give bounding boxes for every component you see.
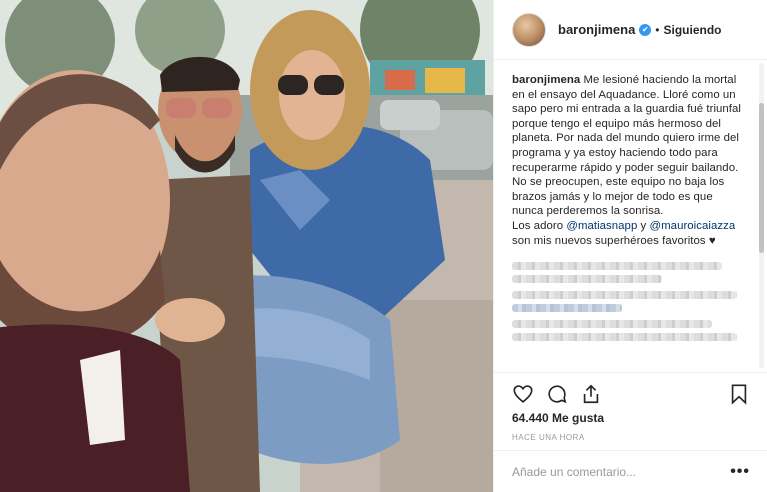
bookmark-icon[interactable] xyxy=(728,383,750,405)
likes-count[interactable]: 64.440 Me gusta xyxy=(512,411,750,425)
post-photo[interactable] xyxy=(0,0,493,492)
more-options-icon[interactable]: ••• xyxy=(730,463,750,480)
mention-link-2[interactable]: @mauroicaiazza xyxy=(650,220,736,232)
header-separator: • xyxy=(655,22,660,37)
caption-text-2: No se preocupen, este equipo no baja los… xyxy=(512,176,725,218)
comments-area[interactable]: baronjimena Me lesioné haciendo la morta… xyxy=(494,61,760,371)
post-side-panel: baronjimena ✔ • Siguiendo baronjimena Me… xyxy=(493,0,767,492)
add-comment-bar: ••• xyxy=(494,450,767,492)
post-timestamp[interactable]: HACE UNA HORA xyxy=(512,433,750,442)
verified-badge-icon: ✔ xyxy=(639,23,652,36)
blurred-comment xyxy=(512,291,746,313)
scrollbar-thumb[interactable] xyxy=(759,103,764,253)
action-icon-row xyxy=(512,373,750,415)
blurred-comment-line xyxy=(512,333,737,342)
blurred-comment xyxy=(512,262,746,284)
blurred-comment-line xyxy=(512,291,737,300)
caption-text-3-prefix: Los adoro xyxy=(512,219,567,232)
blurred-comment-line xyxy=(512,320,712,329)
comments-scrollbar[interactable] xyxy=(759,63,764,368)
blurred-comment xyxy=(512,320,746,342)
username-link[interactable]: baronjimena xyxy=(558,22,635,37)
blurred-comment-line xyxy=(512,304,622,313)
blurred-comment-line xyxy=(512,262,722,271)
comment-input[interactable] xyxy=(512,464,731,479)
blurred-comment-line xyxy=(512,275,662,284)
caption-text-3-mid: y xyxy=(637,219,650,232)
caption-text-3-suffix: son mis nuevos superhéroes favoritos ♥ xyxy=(512,234,716,247)
avatar[interactable] xyxy=(512,12,546,47)
post-header: baronjimena ✔ • Siguiendo xyxy=(494,0,767,60)
post-actions: 64.440 Me gusta HACE UNA HORA xyxy=(494,372,767,442)
caption-text-1: Me lesioné haciendo la mortal en el ensa… xyxy=(512,74,741,174)
mention-link-1[interactable]: @matiasnapp xyxy=(566,220,637,232)
share-icon[interactable] xyxy=(580,383,602,405)
post-caption: baronjimena Me lesioné haciendo la morta… xyxy=(512,73,746,248)
heart-icon[interactable] xyxy=(512,383,534,405)
comment-icon[interactable] xyxy=(546,383,568,405)
caption-author-link[interactable]: baronjimena xyxy=(512,74,580,86)
following-button[interactable]: Siguiendo xyxy=(664,23,722,37)
